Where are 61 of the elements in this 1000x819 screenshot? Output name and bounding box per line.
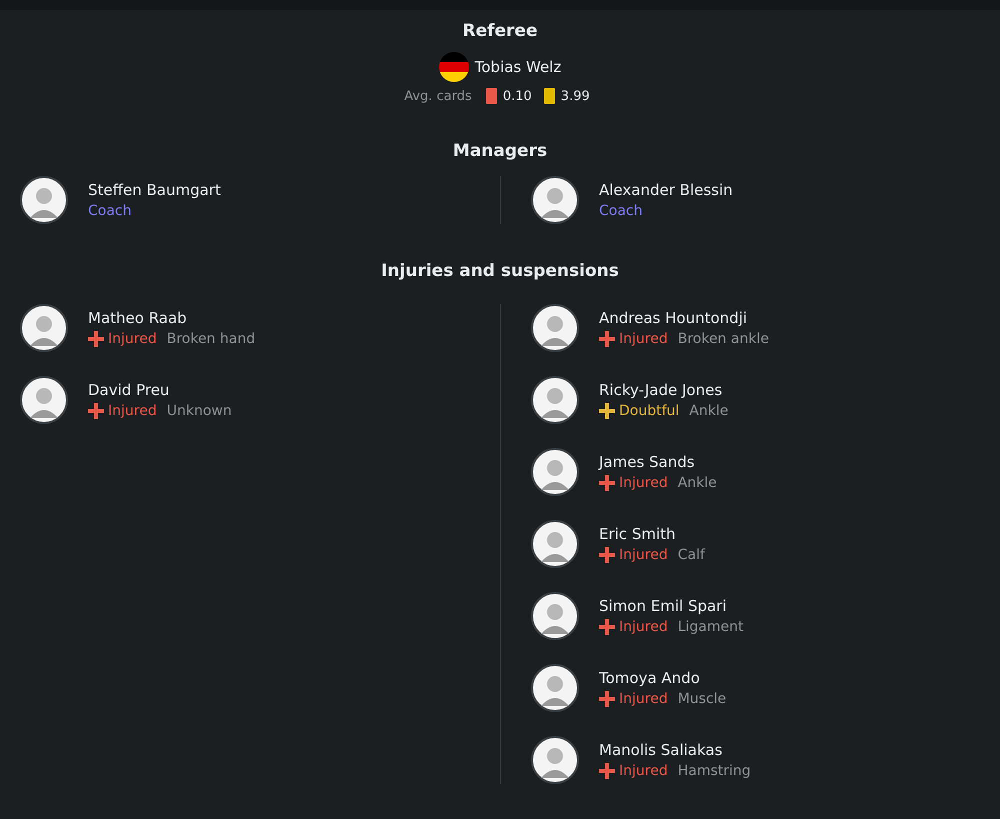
injury-status: Injured	[619, 475, 668, 491]
cross-icon	[599, 547, 615, 563]
cross-icon	[599, 619, 615, 635]
player-name[interactable]: Simon Emil Spari	[599, 597, 744, 615]
manager-role: Coach	[599, 203, 644, 219]
player-name[interactable]: Eric Smith	[599, 525, 705, 543]
manager-name[interactable]: Alexander Blessin	[599, 181, 733, 199]
section-title: Managers	[452, 140, 548, 163]
player-name[interactable]: Matheo Raab	[88, 309, 256, 327]
caution-card-icon	[544, 88, 555, 104]
player-avatar	[20, 304, 68, 352]
injury-reason: Ankle	[689, 403, 728, 419]
manager-name[interactable]: Steffen Baumgart	[88, 181, 221, 199]
manager-role: Coach	[88, 203, 132, 219]
injury-status: Doubtful	[619, 403, 680, 419]
caution-average: 3.99	[560, 88, 590, 104]
injury-reason: Calf	[678, 547, 705, 563]
player-avatar	[531, 520, 579, 568]
player-name[interactable]: Tomoya Ando	[599, 669, 726, 687]
player-name[interactable]: James Sands	[599, 453, 717, 471]
player-avatar	[20, 176, 68, 224]
flag-icon	[438, 52, 469, 82]
section-title: Referee	[462, 20, 538, 43]
player-name[interactable]: Andreas Hountondji	[599, 309, 769, 327]
player-avatar	[531, 592, 579, 640]
player-avatar	[531, 376, 579, 424]
injury-status: Injured	[619, 763, 668, 779]
injury-reason: Hamstring	[678, 763, 751, 779]
injury-status: Injured	[619, 547, 668, 563]
injury-status: Injured	[619, 619, 668, 635]
injury-reason: Unknown	[166, 403, 232, 419]
player-name[interactable]: David Preu	[88, 381, 232, 399]
avg-cards-label: Avg. cards	[404, 88, 472, 104]
injury-status: Injured	[619, 331, 668, 347]
player-avatar	[531, 664, 579, 712]
player-name[interactable]: Manolis Saliakas	[599, 741, 751, 759]
player-avatar	[20, 376, 68, 424]
cross-icon	[88, 331, 104, 347]
cross-icon	[599, 403, 615, 419]
injury-reason: Ligament	[678, 619, 744, 635]
injury-reason: Muscle	[678, 691, 726, 707]
player-avatar	[531, 736, 579, 784]
injury-reason: Broken hand	[166, 331, 256, 347]
section-title: Injuries and suspensions	[380, 260, 620, 283]
player-avatar	[531, 304, 579, 352]
referee-name: Tobias Welz	[474, 58, 562, 76]
player-name[interactable]: Ricky-Jade Jones	[599, 381, 728, 399]
injury-status: Injured	[108, 403, 157, 419]
sending-off-card-icon	[486, 88, 497, 104]
cross-icon	[88, 403, 104, 419]
sending-off-average: 0.10	[502, 88, 532, 104]
injury-reason: Broken ankle	[678, 331, 769, 347]
cross-icon	[599, 475, 615, 491]
cross-icon	[599, 691, 615, 707]
cross-icon	[599, 331, 615, 347]
player-avatar	[531, 176, 579, 224]
cross-icon	[599, 763, 615, 779]
injury-status: Injured	[108, 331, 157, 347]
player-avatar	[531, 448, 579, 496]
injury-reason: Ankle	[678, 475, 717, 491]
injury-status: Injured	[619, 691, 668, 707]
